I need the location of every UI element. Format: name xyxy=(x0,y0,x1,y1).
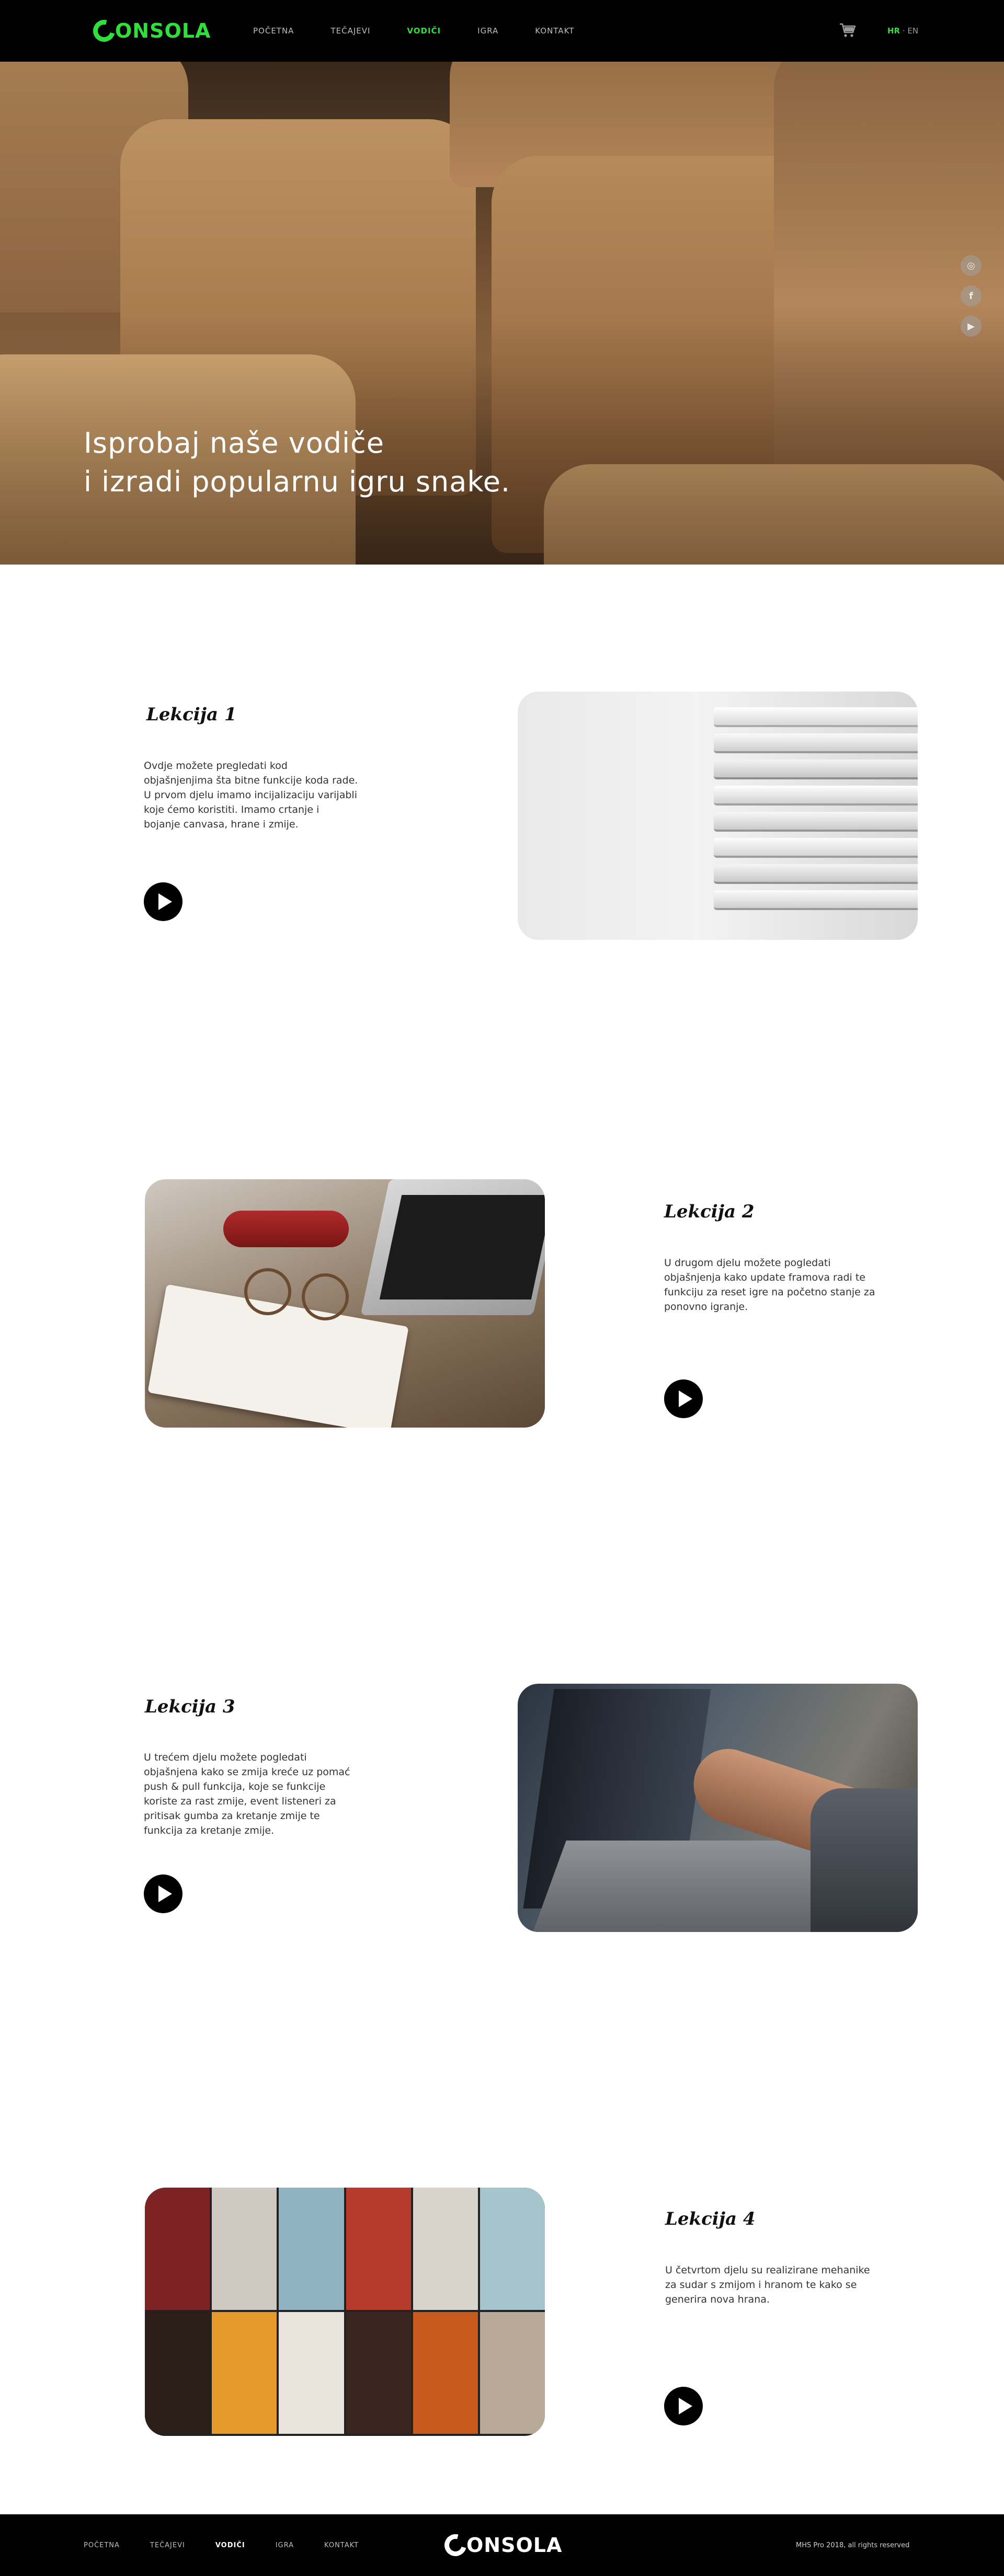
lang-en[interactable]: EN xyxy=(907,26,918,36)
footer-nav: POČETNA TEČAJEVI VODIČI IGRA KONTAKT xyxy=(84,2542,389,2549)
copyright-text: MHS Pro 2018, all rights reserved xyxy=(796,2542,910,2549)
cart-icon[interactable] xyxy=(839,22,857,39)
lesson-title: Lekcija 4 xyxy=(665,2209,756,2229)
footer-nav-item-igra[interactable]: IGRA xyxy=(276,2542,294,2549)
footer-nav-item-vodici[interactable]: VODIČI xyxy=(215,2542,245,2549)
lang-hr[interactable]: HR xyxy=(887,26,900,36)
lesson-description: U četvrtom djelu su realizirane mehanike… xyxy=(665,2264,870,2305)
play-button[interactable] xyxy=(144,882,182,921)
lesson-description: U trećem djelu možete pogledati objašnje… xyxy=(144,1752,350,1836)
hero-title: Isprobaj naše vodiče i izradi popularnu … xyxy=(84,424,510,501)
lesson-image-books xyxy=(518,692,918,940)
facebook-icon[interactable]: f xyxy=(961,285,982,306)
lesson-description: Ovdje možete pregledati kod objašnjenjim… xyxy=(144,760,358,830)
footer-nav-item-kontakt[interactable]: KONTAKT xyxy=(324,2542,359,2549)
nav-item-tecajevi[interactable]: TEČAJEVI xyxy=(330,26,370,36)
lesson-image-notebook xyxy=(145,1179,545,1428)
lesson-title: Lekcija 2 xyxy=(664,1201,755,1222)
site-header: ONSOLA POČETNA TEČAJEVI VODIČI IGRA KONT… xyxy=(0,0,1004,62)
hero-title-line-1: Isprobaj naše vodiče xyxy=(84,427,384,459)
logo-text: ONSOLA xyxy=(115,19,211,42)
language-switch: HR · EN xyxy=(887,26,918,36)
main-nav: POČETNA TEČAJEVI VODIČI IGRA KONTAKT xyxy=(253,26,611,36)
nav-item-pocetna[interactable]: POČETNA xyxy=(253,26,294,36)
play-button[interactable] xyxy=(664,2387,703,2425)
hero-title-line-2: i izradi popularnu igru snake. xyxy=(84,465,511,498)
nav-item-kontakt[interactable]: KONTAKT xyxy=(535,26,574,36)
play-button[interactable] xyxy=(664,1379,703,1418)
hero-banner: Isprobaj naše vodiče i izradi popularnu … xyxy=(0,62,1004,565)
lang-separator: · xyxy=(900,26,908,36)
play-button[interactable] xyxy=(144,1874,182,1913)
footer-nav-item-tecajevi[interactable]: TEČAJEVI xyxy=(150,2542,185,2549)
footer-logo[interactable]: ONSOLA xyxy=(440,2530,563,2560)
lesson-description: U drugom djelu možete pogledati objašnje… xyxy=(664,1257,875,1313)
site-footer: POČETNA TEČAJEVI VODIČI IGRA KONTAKT ONS… xyxy=(0,2514,1004,2576)
lesson-title: Lekcija 1 xyxy=(146,704,237,725)
logo-text: ONSOLA xyxy=(466,2534,563,2557)
footer-nav-item-pocetna[interactable]: POČETNA xyxy=(84,2542,120,2549)
nav-item-vodici[interactable]: VODIČI xyxy=(407,26,441,36)
logo[interactable]: ONSOLA xyxy=(89,16,211,46)
instagram-icon[interactable]: ◎ xyxy=(961,255,982,276)
youtube-icon[interactable]: ▶ xyxy=(961,316,982,337)
lesson-image-lockers xyxy=(145,2188,545,2436)
lesson-image-laptop xyxy=(518,1684,918,1932)
nav-item-igra[interactable]: IGRA xyxy=(477,26,498,36)
lesson-title: Lekcija 3 xyxy=(145,1696,235,1717)
